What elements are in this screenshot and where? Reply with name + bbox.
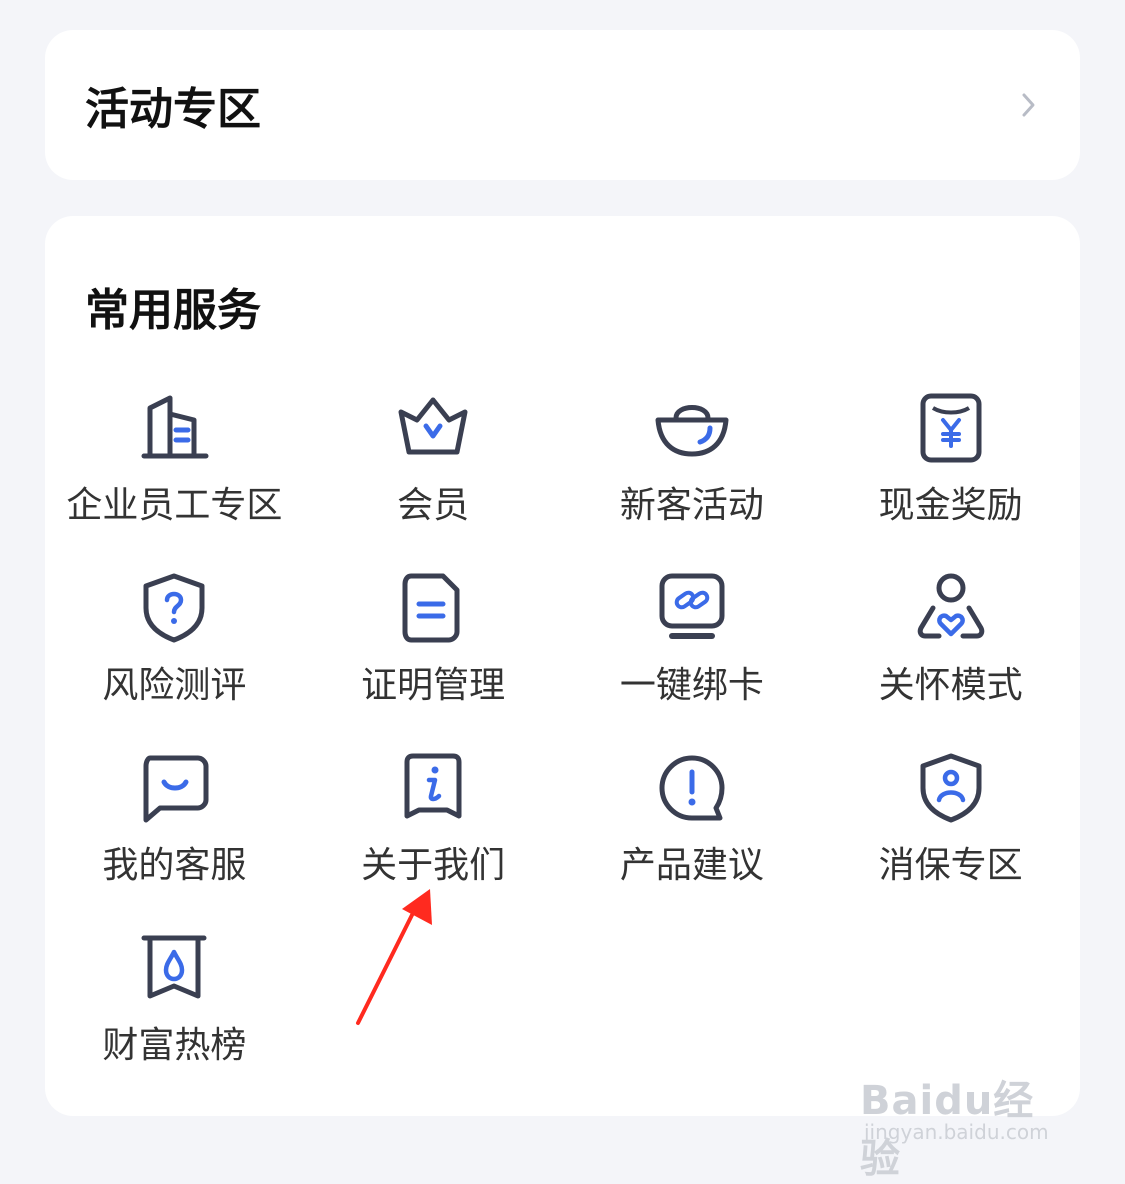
common-services-title: 常用服务 (85, 285, 261, 336)
service-product-suggestion[interactable]: 产品建议 (563, 726, 822, 906)
building-icon (141, 395, 209, 459)
service-label: 现金奖励 (878, 485, 1023, 526)
watermark-url: jingyan.baidu.com (864, 1120, 1049, 1144)
red-annotation-arrow (356, 889, 432, 1025)
common-services-card: 常用服务 企业员工专区 会员 新客活动 现金奖励 风险测评 证明管理 一键绑卡 … (45, 216, 1080, 1116)
chevron-right-icon (1022, 93, 1035, 117)
service-label: 风险测评 (102, 665, 247, 706)
services-grid: 企业员工专区 会员 新客活动 现金奖励 风险测评 证明管理 一键绑卡 关怀模式 … (45, 366, 1080, 1086)
document-icon (402, 573, 460, 643)
service-enterprise-employee[interactable]: 企业员工专区 (45, 366, 304, 546)
service-label: 消保专区 (878, 845, 1023, 886)
service-label: 关于我们 (361, 845, 506, 886)
service-bind-card[interactable]: 一键绑卡 (563, 546, 822, 726)
care-heart-icon (917, 573, 984, 639)
chat-smile-icon (143, 755, 209, 823)
link-card-icon (659, 573, 725, 639)
service-consumer-protection[interactable]: 消保专区 (821, 726, 1080, 906)
baidu-jingyan-watermark: Baidu经验 jingyan.baidu.com (860, 1040, 1070, 1182)
service-certificate-management[interactable]: 证明管理 (304, 546, 563, 726)
service-label: 证明管理 (361, 665, 506, 706)
service-about-us[interactable]: 关于我们 (304, 726, 563, 906)
service-label: 我的客服 (102, 845, 247, 886)
service-wealth-ranking[interactable]: 财富热榜 (45, 906, 304, 1086)
service-label: 企业员工专区 (66, 485, 283, 526)
shield-user-icon (920, 753, 982, 823)
service-label: 一键绑卡 (619, 665, 764, 706)
yen-card-icon (920, 393, 982, 463)
activity-zone-title: 活动专区 (85, 84, 261, 135)
service-label: 产品建议 (619, 845, 764, 886)
service-membership[interactable]: 会员 (304, 366, 563, 546)
service-cash-reward[interactable]: 现金奖励 (821, 366, 1080, 546)
service-label: 财富热榜 (102, 1025, 247, 1066)
crown-icon (398, 397, 468, 455)
service-label: 会员 (397, 485, 470, 526)
exclamation-bubble-icon (659, 755, 725, 821)
gold-ingot-icon (655, 405, 729, 457)
shield-question-icon (143, 573, 205, 643)
activity-zone-card[interactable]: 活动专区 (45, 30, 1080, 180)
service-label: 关怀模式 (878, 665, 1023, 706)
service-new-customer[interactable]: 新客活动 (563, 366, 822, 546)
service-my-customer-service[interactable]: 我的客服 (45, 726, 304, 906)
service-label: 新客活动 (619, 485, 764, 526)
fire-banner-icon (141, 935, 207, 999)
service-care-mode[interactable]: 关怀模式 (821, 546, 1080, 726)
service-risk-assessment[interactable]: 风险测评 (45, 546, 304, 726)
info-icon (404, 753, 462, 819)
